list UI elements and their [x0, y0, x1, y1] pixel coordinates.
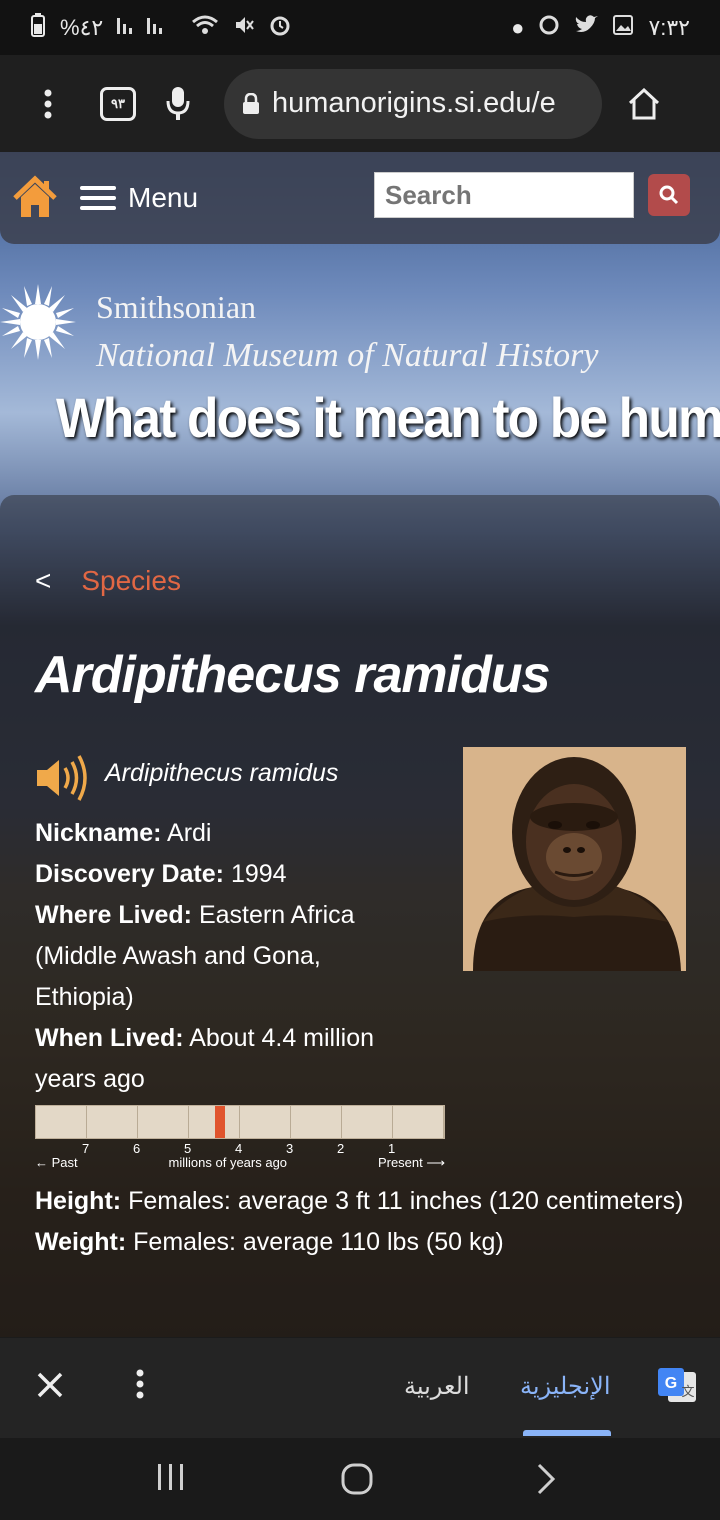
- timeline-legend: ← Past millions of years ago Present ⟶: [35, 1155, 445, 1171]
- museum-name: National Museum of Natural History: [96, 337, 599, 374]
- system-navigation-bar: [0, 1438, 720, 1520]
- timeline-ticks: 7 6 5 4 3 2 1: [35, 1139, 445, 1157]
- microphone-icon: [166, 86, 190, 120]
- hamburger-icon: [80, 186, 116, 210]
- active-tab-indicator: [523, 1430, 611, 1436]
- voice-search-button[interactable]: [148, 74, 208, 134]
- close-icon: [37, 1372, 63, 1398]
- browser-toolbar: ٩٣ humanorigins.si.edu/e: [0, 55, 720, 152]
- address-bar[interactable]: humanorigins.si.edu/e: [224, 68, 602, 139]
- tab-count: ٩٣: [100, 86, 136, 121]
- menu-button[interactable]: Menu: [80, 182, 198, 214]
- svg-text:G: G: [665, 1375, 677, 1392]
- search-input[interactable]: [374, 172, 634, 218]
- page-title: Ardipithecus ramidus: [35, 646, 551, 704]
- timeline-present-label: Present ⟶: [377, 1155, 445, 1170]
- clock: ٧:٣٢: [648, 14, 690, 40]
- site-home-link[interactable]: [12, 175, 58, 221]
- close-translate-button[interactable]: [30, 1368, 70, 1408]
- pronunciation-label: Ardipithecus ramidus: [105, 759, 339, 787]
- timeline-tick-label: 3: [286, 1141, 294, 1156]
- site-banner: Smithsonian National Museum of Natural H…: [0, 267, 720, 497]
- twitter-icon: [574, 14, 599, 42]
- recent-apps-button[interactable]: [155, 1462, 187, 1501]
- translate-options-button[interactable]: [125, 1368, 155, 1408]
- more-vertical-icon: [136, 1369, 144, 1399]
- site-tagline: What does it mean to be human?: [56, 386, 720, 449]
- timeline-chart: 7 6 5 4 3 2 1 ← Past millions of years ago Pre…: [35, 1105, 445, 1171]
- site-header: Menu: [0, 152, 720, 244]
- timeline-bar: [35, 1105, 445, 1139]
- battery-percent: %٤٢: [60, 14, 104, 40]
- fact-weight: Weight: Females: average 110 lbs (50 kg): [35, 1228, 504, 1256]
- fact-height: Height: Females: average 3 ft 11 inches …: [35, 1187, 684, 1215]
- back-chevron: <: [35, 565, 52, 596]
- species-measurements: Height: Females: average 3 ft 11 inches …: [35, 1181, 695, 1263]
- fact-where-lived: Where Lived: Eastern Africa (Middle Awas…: [35, 901, 355, 1011]
- timeline-axis-label: millions of years ago: [168, 1155, 288, 1170]
- timeline-tick-label: 2: [337, 1141, 345, 1156]
- species-panel: < Species Ardipithecus ramidus Ardipithec…: [0, 495, 720, 1337]
- browser-menu-button[interactable]: [18, 74, 78, 134]
- chevron-right-icon: [537, 1463, 556, 1495]
- dot-icon: ●: [511, 14, 525, 40]
- translate-source-language-tab[interactable]: العربية: [404, 1372, 470, 1401]
- translate-target-language-tab[interactable]: الإنجليزية: [520, 1372, 611, 1401]
- recents-icon: [158, 1464, 183, 1490]
- back-button[interactable]: [535, 1462, 557, 1505]
- google-translate-icon[interactable]: G文: [658, 1366, 698, 1406]
- home-icon: [628, 87, 660, 119]
- wifi-icon: [191, 14, 219, 42]
- search-icon: [659, 185, 679, 205]
- timeline-tick-label: 7: [82, 1141, 90, 1156]
- timeline-past-label: ← Past: [35, 1155, 78, 1170]
- mute-icon: [233, 14, 255, 42]
- fact-when-lived: When Lived: About 4.4 million years ago: [35, 1024, 375, 1093]
- timeline-marker: [214, 1106, 225, 1138]
- timeline-tick-label: 4: [235, 1141, 243, 1156]
- gallery-icon: [612, 14, 634, 42]
- timeline-tick-label: 6: [133, 1141, 141, 1156]
- more-vertical-icon: [44, 89, 52, 118]
- fact-discovery-date: Discovery Date: 1994: [35, 860, 287, 888]
- breadcrumb[interactable]: < Species: [35, 565, 181, 597]
- breadcrumb-species-link[interactable]: Species: [81, 565, 181, 596]
- fact-nickname: Nickname: Ardi: [35, 819, 212, 847]
- search-notification-icon: [538, 14, 560, 42]
- search-button[interactable]: [648, 174, 690, 216]
- status-bar: %٤٢ ● ٧:٣٢: [0, 0, 720, 55]
- web-page: Menu Smithsonian National Museum of Natu…: [0, 152, 720, 1337]
- battery-icon: [30, 12, 46, 43]
- tab-switcher-button[interactable]: ٩٣: [88, 74, 148, 134]
- house-icon: [13, 175, 57, 217]
- timeline-tick-label: 1: [388, 1141, 396, 1156]
- speaker-icon[interactable]: [35, 752, 89, 809]
- signal-icon: [117, 14, 177, 42]
- url-text: humanorigins.si.edu/e: [272, 87, 556, 119]
- menu-label: Menu: [128, 182, 199, 213]
- browser-home-button[interactable]: [614, 74, 674, 134]
- alarm-icon: [269, 14, 291, 42]
- translate-bar: العربية الإنجليزية G文: [0, 1338, 720, 1438]
- org-name: Smithsonian: [96, 289, 257, 325]
- lock-icon: [243, 92, 259, 114]
- timeline-tick-label: 5: [184, 1141, 192, 1156]
- species-facts: Nickname: Ardi Discovery Date: 1994 Wher…: [35, 813, 425, 1100]
- svg-text:文: 文: [681, 1384, 694, 1399]
- smithsonian-sun-logo: [0, 284, 76, 360]
- species-portrait-image[interactable]: [463, 747, 686, 971]
- home-circle-icon: [341, 1463, 373, 1495]
- home-button[interactable]: [340, 1462, 374, 1505]
